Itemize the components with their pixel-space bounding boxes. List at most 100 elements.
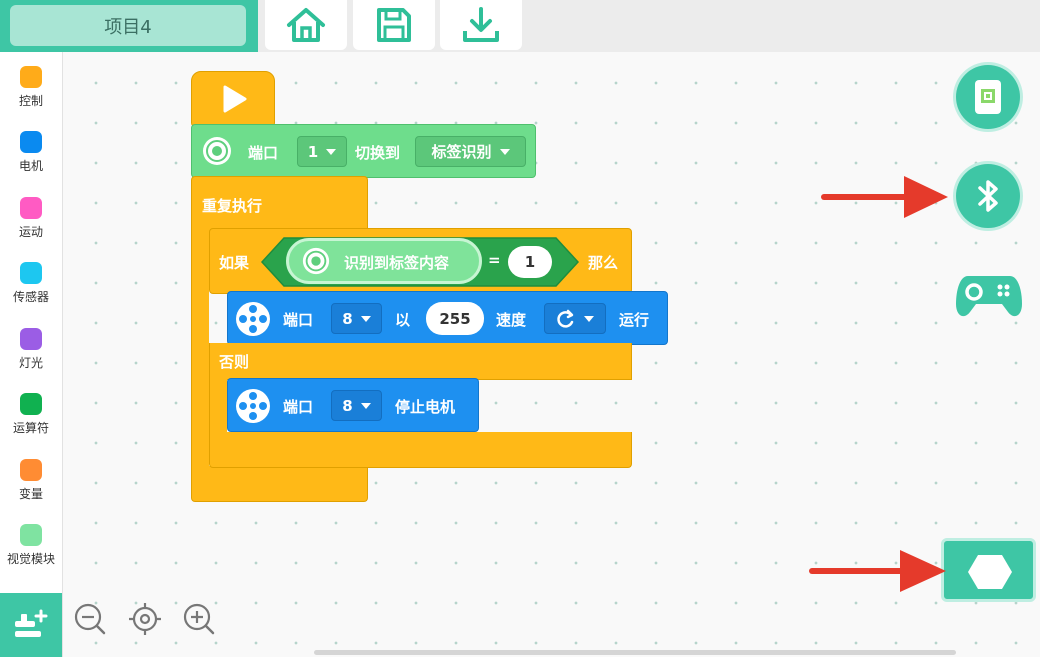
port-value: 8 xyxy=(342,396,353,415)
tag-content-label: 识别到标签内容 xyxy=(344,254,450,272)
with-label: 以 xyxy=(395,311,411,329)
rotate-clockwise-icon xyxy=(557,309,574,328)
category-label: 控制 xyxy=(18,94,43,108)
run-label: 运行 xyxy=(619,311,650,329)
vision-sensor-icon xyxy=(203,137,231,165)
stop-motor-label: 停止电机 xyxy=(395,398,456,416)
crosshair-icon xyxy=(129,603,161,635)
category-dot xyxy=(20,524,42,546)
category-variable[interactable]: 变量 xyxy=(0,459,62,502)
add-extension-button[interactable] xyxy=(0,593,62,657)
if-else-bottom xyxy=(209,432,632,468)
bluetooth-icon xyxy=(978,180,998,212)
zoom-in-icon xyxy=(183,603,215,635)
compare-value-input[interactable]: 1 xyxy=(508,246,552,278)
category-dot xyxy=(20,459,42,481)
category-operator[interactable]: 运算符 xyxy=(0,393,62,436)
motor-port-dropdown[interactable]: 8 xyxy=(331,303,382,334)
category-label: 灯光 xyxy=(18,356,43,370)
category-dot xyxy=(20,197,42,219)
save-icon xyxy=(377,8,411,42)
horizontal-scrollbar[interactable] xyxy=(314,650,956,655)
category-label: 传感器 xyxy=(12,290,49,304)
category-vision[interactable]: 视觉模块 xyxy=(0,524,62,567)
home-button[interactable] xyxy=(265,0,347,50)
device-button[interactable] xyxy=(956,65,1020,129)
switch-label: 切换到 xyxy=(355,144,401,162)
gamepad-icon xyxy=(956,276,1022,317)
gamepad-button[interactable] xyxy=(953,266,1025,324)
motor-run-block[interactable]: 端口 8 以 255 速度 运行 xyxy=(227,291,668,345)
port-label: 端口 xyxy=(248,144,279,162)
category-dot xyxy=(20,262,42,284)
then-label: 那么 xyxy=(588,254,619,272)
speed-input[interactable]: 255 xyxy=(426,302,484,335)
play-icon xyxy=(223,85,247,113)
switch-mode-block[interactable]: 端口 1 切换到 标签识别 xyxy=(191,124,536,178)
device-icon xyxy=(975,80,1001,114)
stage-toggle-button[interactable] xyxy=(941,538,1036,602)
download-button[interactable] xyxy=(440,0,522,50)
motor-stop-block[interactable]: 端口 8 停止电机 xyxy=(227,378,479,432)
port-dropdown[interactable]: 1 xyxy=(297,136,347,167)
repeat-forever-bottom xyxy=(191,466,368,502)
add-extension-icon xyxy=(15,609,48,637)
hexagon-icon xyxy=(968,555,1012,589)
zoom-out-icon xyxy=(74,603,106,635)
chevron-down-icon xyxy=(584,315,594,322)
chevron-down-icon xyxy=(360,402,371,409)
category-dot xyxy=(20,328,42,350)
bluetooth-button[interactable] xyxy=(956,164,1020,228)
category-label: 运动 xyxy=(18,225,43,239)
speed-label: 速度 xyxy=(496,311,527,329)
vision-sensor-icon xyxy=(302,247,330,275)
mode-value: 标签识别 xyxy=(431,143,492,161)
mode-dropdown[interactable]: 标签识别 xyxy=(415,136,526,167)
category-label: 运算符 xyxy=(12,421,49,435)
category-motion[interactable]: 运动 xyxy=(0,197,62,240)
category-dot xyxy=(20,393,42,415)
chevron-down-icon xyxy=(326,148,337,155)
category-sensor[interactable]: 传感器 xyxy=(0,262,62,305)
category-label: 视觉模块 xyxy=(6,552,55,566)
category-light[interactable]: 灯光 xyxy=(0,328,62,371)
download-icon xyxy=(463,7,499,42)
zoom-in-button[interactable] xyxy=(182,602,216,636)
save-button[interactable] xyxy=(353,0,435,50)
tag-content-reporter[interactable]: 识别到标签内容 xyxy=(286,238,482,284)
project-tab[interactable]: 项目4 xyxy=(0,0,258,52)
motor-port-dropdown[interactable]: 8 xyxy=(331,390,382,421)
category-dot xyxy=(20,66,42,88)
port-value: 1 xyxy=(307,142,319,161)
project-name[interactable]: 项目4 xyxy=(10,5,246,46)
repeat-forever-arm xyxy=(191,230,209,470)
zoom-out-button[interactable] xyxy=(73,602,107,636)
recenter-button[interactable] xyxy=(128,602,162,636)
category-motor[interactable]: 电机 xyxy=(0,131,62,174)
if-label: 如果 xyxy=(219,254,250,272)
annotation-arrow-bluetooth xyxy=(821,176,948,218)
else-section[interactable]: 否则 xyxy=(209,343,632,380)
repeat-label: 重复执行 xyxy=(202,197,263,215)
annotation-arrow-stage xyxy=(809,550,946,592)
home-icon xyxy=(287,8,325,42)
else-label: 否则 xyxy=(219,353,250,371)
port-label: 端口 xyxy=(283,398,314,416)
category-label: 变量 xyxy=(18,487,43,501)
category-control[interactable]: 控制 xyxy=(0,66,62,109)
port-label: 端口 xyxy=(283,311,314,329)
chevron-down-icon xyxy=(360,315,371,322)
start-hat-block[interactable] xyxy=(191,71,275,127)
equals-operator: = xyxy=(488,251,501,269)
else-arm xyxy=(209,378,227,436)
top-toolbar: 项目4 xyxy=(0,0,1040,52)
category-dot xyxy=(20,131,42,153)
chevron-down-icon xyxy=(499,148,510,155)
motor-icon xyxy=(236,389,270,423)
category-label: 电机 xyxy=(18,159,43,173)
port-value: 8 xyxy=(342,309,353,328)
direction-dropdown[interactable] xyxy=(544,303,606,334)
category-sidebar: 控制 电机 运动 传感器 灯光 运算符 变量 视觉模块 xyxy=(0,52,63,657)
repeat-forever-block[interactable]: 重复执行 xyxy=(191,176,368,232)
motor-icon xyxy=(236,302,270,336)
